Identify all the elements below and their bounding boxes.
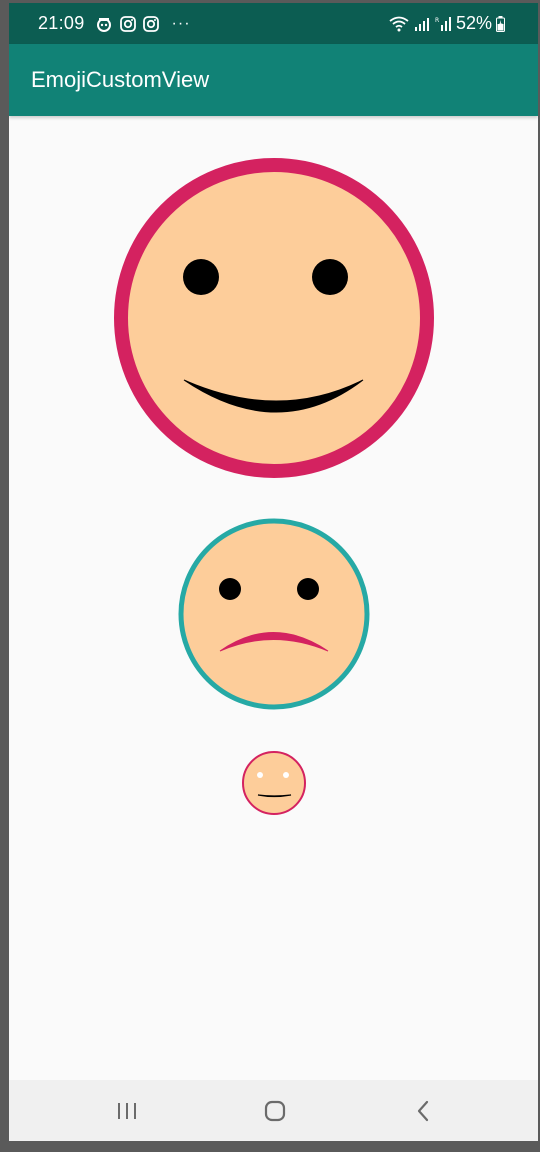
navigation-bar	[9, 1080, 538, 1141]
neutral-emoji-left-eye	[257, 772, 263, 778]
recent-apps-button[interactable]	[107, 1094, 147, 1128]
status-time: 21:09	[38, 13, 85, 33]
emoji-list	[9, 116, 538, 1080]
neutral-emoji-right-eye	[283, 772, 289, 778]
app-title: EmojiCustomView	[31, 67, 210, 92]
battery-percentage: 52%	[455, 13, 492, 33]
sad-emoji-left-eye	[219, 578, 241, 600]
status-bar: 21:09 ··· R 52%	[9, 3, 538, 44]
sad-emoji-view	[178, 518, 370, 710]
roaming-signal-icon: R	[435, 16, 451, 32]
sad-emoji-face	[178, 518, 370, 710]
happy-emoji-left-eye	[183, 259, 219, 295]
back-icon	[417, 1100, 429, 1122]
instagram-icon	[142, 15, 159, 32]
battery-charging-icon	[496, 15, 505, 32]
home-icon	[264, 1100, 286, 1122]
home-button[interactable]	[255, 1094, 295, 1128]
happy-emoji-view	[114, 158, 434, 478]
happy-emoji-right-eye	[312, 259, 348, 295]
wifi-icon	[389, 16, 409, 32]
phone-screen: 21:09 ··· R 52% EmojiCustomView	[9, 3, 538, 1141]
app-bar: EmojiCustomView	[9, 44, 538, 116]
sad-emoji-right-eye	[297, 578, 319, 600]
signal-icon	[414, 16, 430, 32]
happy-emoji-face	[114, 158, 434, 478]
more-notifications-icon: ···	[171, 14, 191, 32]
neutral-emoji-view	[242, 751, 306, 815]
neutral-emoji-face	[242, 751, 306, 815]
svg-text:R: R	[435, 17, 439, 24]
instagram-icon	[119, 15, 136, 32]
notification-icon	[95, 16, 113, 32]
recent-apps-icon	[118, 1103, 136, 1119]
status-indicators: R 52%	[389, 13, 510, 34]
back-button[interactable]	[403, 1094, 443, 1128]
